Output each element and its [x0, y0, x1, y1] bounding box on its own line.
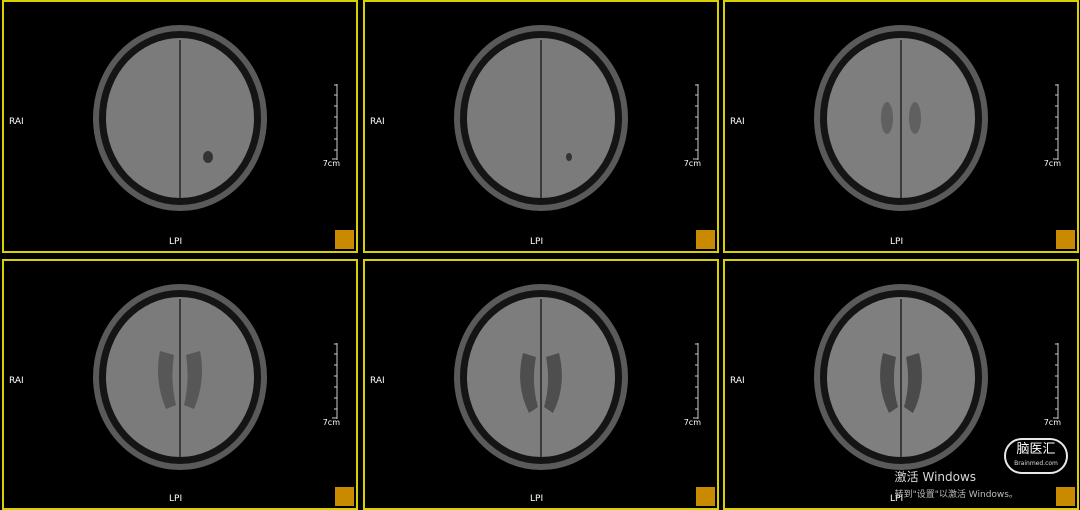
mri-slice-image — [93, 284, 267, 470]
scale-label: 7cm — [1043, 159, 1061, 168]
watermark-line-2: 转到"设置"以激活 Windows。 — [894, 490, 1018, 500]
orientation-label-bottom: LPI — [890, 237, 904, 247]
logo-subtext: Brainmed.com — [1014, 460, 1058, 467]
watermark-line-1: 激活 Windows — [894, 470, 977, 484]
scale-label: 7cm — [322, 418, 340, 427]
viewport-4[interactable]: RAI LPI 7cm — [2, 259, 358, 510]
logo-text: 脑医汇 — [1016, 442, 1056, 457]
windows-activation-watermark: 激活 Windows 转到"设置"以激活 Windows。 — [895, 468, 1018, 500]
scale-label: 7cm — [1043, 418, 1061, 427]
scale-bar — [1053, 84, 1059, 160]
corner-marker[interactable] — [335, 230, 354, 249]
orientation-label-bottom: LPI — [169, 237, 183, 247]
viewport-3[interactable]: RAI LPI 7cm — [723, 0, 1079, 253]
orientation-label-left: RAI — [370, 376, 385, 386]
corner-marker[interactable] — [696, 230, 715, 249]
scale-bar — [332, 343, 338, 419]
mri-slice-image — [454, 284, 628, 470]
corner-marker[interactable] — [1056, 487, 1075, 506]
scale-bar — [693, 84, 699, 160]
corner-marker[interactable] — [1056, 230, 1075, 249]
scale-label: 7cm — [683, 159, 701, 168]
mri-slice-image — [93, 25, 267, 211]
corner-marker[interactable] — [335, 487, 354, 506]
orientation-label-left: RAI — [730, 376, 745, 386]
orientation-label-bottom: LPI — [530, 237, 544, 247]
mri-slice-image — [814, 25, 988, 211]
orientation-label-bottom: LPI — [530, 494, 544, 504]
corner-marker[interactable] — [696, 487, 715, 506]
viewport-1[interactable]: RAI LPI 7cm — [2, 0, 358, 253]
mri-slice-image — [454, 25, 628, 211]
mri-slice-image — [814, 284, 988, 470]
scale-label: 7cm — [322, 159, 340, 168]
orientation-label-left: RAI — [370, 117, 385, 127]
orientation-label-left: RAI — [9, 376, 24, 386]
scale-bar — [1053, 343, 1059, 419]
orientation-label-left: RAI — [730, 117, 745, 127]
scale-label: 7cm — [683, 418, 701, 427]
scale-bar — [332, 84, 338, 160]
viewport-2[interactable]: RAI LPI 7cm — [363, 0, 719, 253]
orientation-label-left: RAI — [9, 117, 24, 127]
orientation-label-bottom: LPI — [169, 494, 183, 504]
viewport-5[interactable]: RAI LPI 7cm — [363, 259, 719, 510]
scale-bar — [693, 343, 699, 419]
